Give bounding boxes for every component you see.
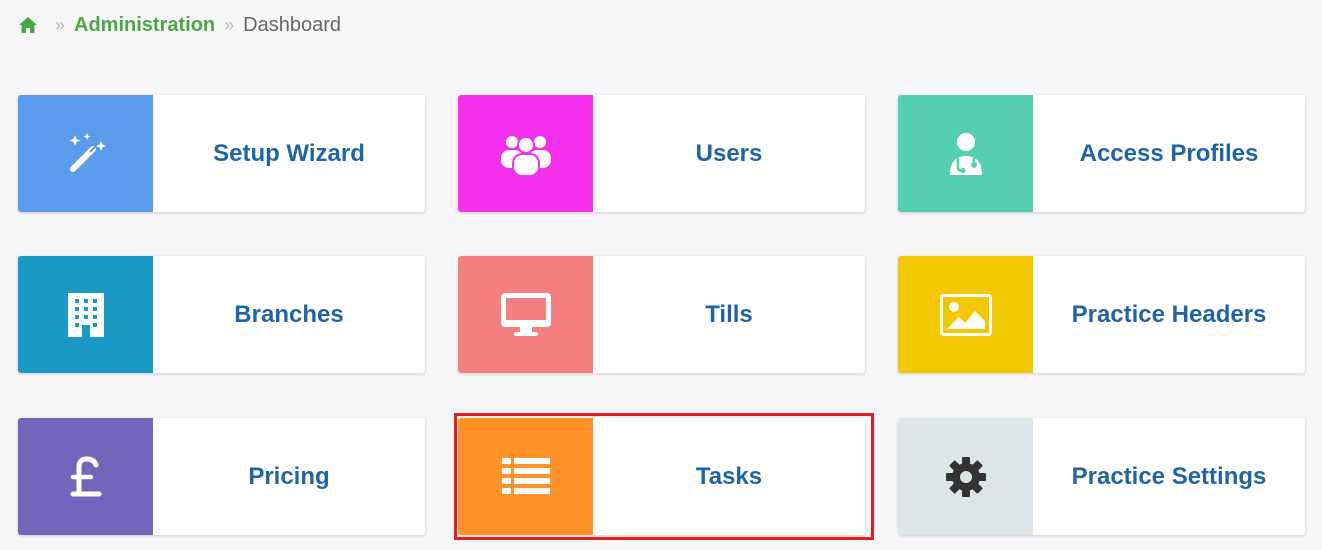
tile-label: Tasks	[695, 462, 763, 490]
tile-tills[interactable]: Tills	[458, 256, 865, 373]
home-icon[interactable]	[18, 15, 38, 35]
tile-access-profiles[interactable]: Access Profiles	[898, 95, 1305, 212]
breadcrumb-separator: »	[55, 14, 66, 35]
magic-wand-icon	[18, 95, 153, 212]
tile-users[interactable]: Users	[458, 95, 865, 212]
tile-label: Access Profiles	[1079, 139, 1259, 167]
list-icon	[458, 418, 593, 535]
breadcrumb-administration[interactable]: Administration	[74, 14, 215, 37]
breadcrumb-separator: »	[224, 14, 235, 35]
monitor-icon	[458, 256, 593, 373]
image-icon	[898, 256, 1033, 373]
tile-tasks[interactable]: Tasks	[458, 418, 865, 535]
tile-practice-headers[interactable]: Practice Headers	[898, 256, 1305, 373]
tile-label: Tills	[705, 300, 753, 328]
building-icon	[18, 256, 153, 373]
tile-label: Branches	[234, 300, 344, 328]
doctor-icon	[898, 95, 1033, 212]
tile-label: Setup Wizard	[213, 139, 365, 167]
tile-setup-wizard[interactable]: Setup Wizard	[18, 95, 425, 212]
tile-label: Users	[695, 139, 763, 167]
breadcrumb-dashboard: Dashboard	[243, 13, 341, 36]
tile-branches[interactable]: Branches	[18, 256, 425, 373]
tile-label: Practice Settings	[1071, 462, 1267, 490]
users-group-icon	[458, 95, 593, 212]
tile-practice-settings[interactable]: Practice Settings	[898, 418, 1305, 535]
tile-label: Pricing	[248, 462, 330, 490]
tile-pricing[interactable]: Pricing	[18, 418, 425, 535]
gear-icon	[898, 418, 1033, 535]
pound-icon	[18, 418, 153, 535]
breadcrumb: » Administration » Dashboard	[18, 12, 341, 38]
tile-label: Practice Headers	[1071, 300, 1267, 328]
